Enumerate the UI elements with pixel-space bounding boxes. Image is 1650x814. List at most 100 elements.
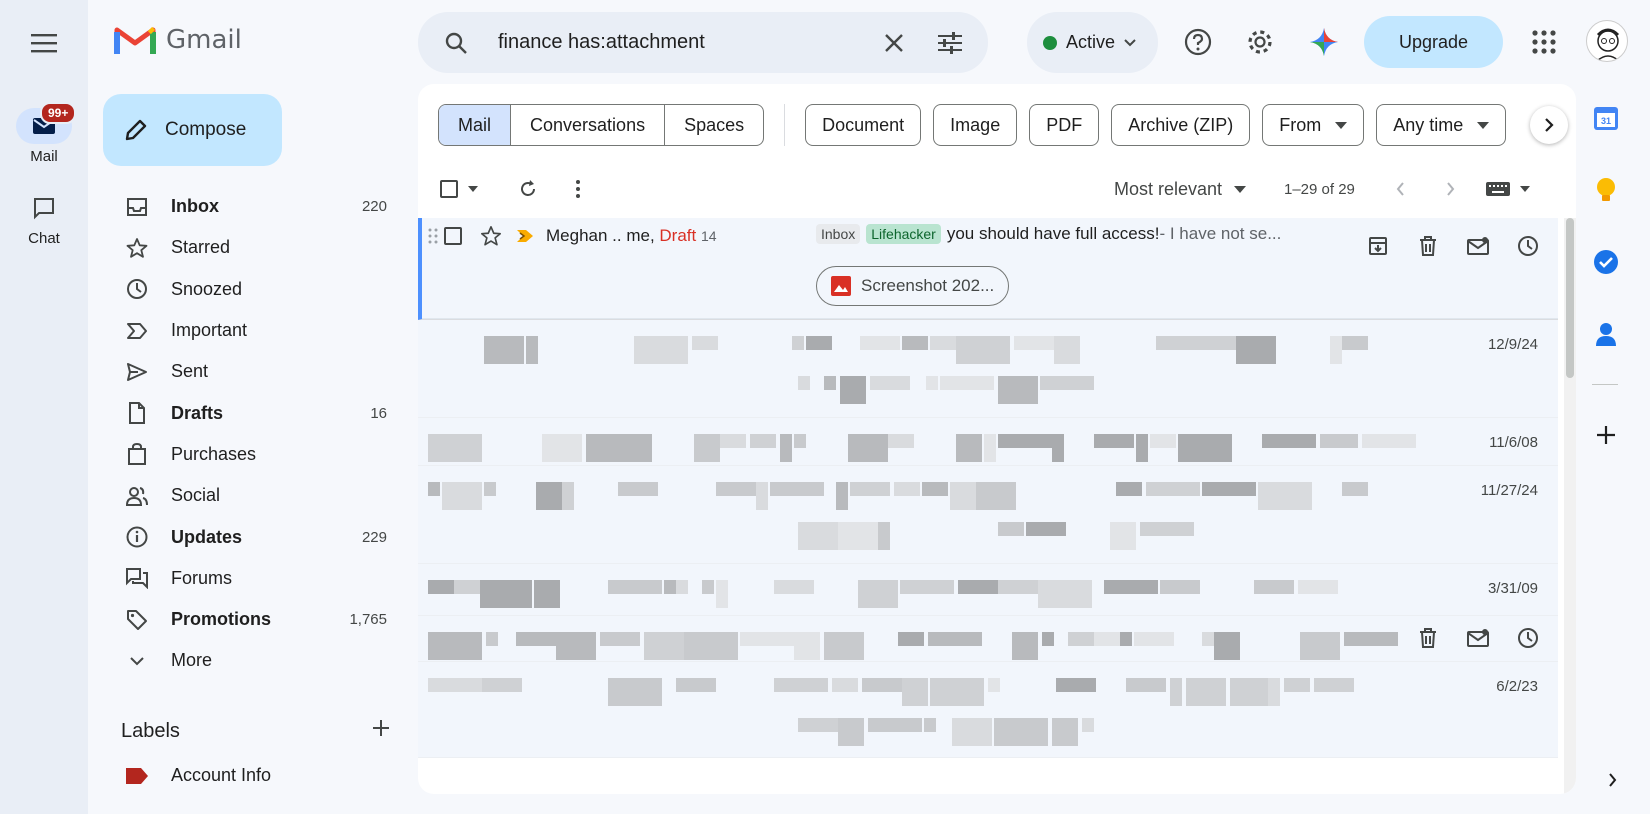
tab-conversations[interactable]: Conversations (511, 105, 666, 145)
gemini-sparkle-icon (1310, 28, 1338, 56)
mark-unread-button[interactable] (1458, 618, 1498, 658)
sidebar-item-inbox[interactable]: Inbox 220 (103, 186, 403, 227)
apps-button[interactable] (1524, 22, 1564, 62)
table-row[interactable] (418, 616, 1558, 662)
sidebar-item-sent[interactable]: Sent (103, 351, 403, 392)
row-checkbox[interactable] (444, 227, 462, 245)
tasks-check-icon (1594, 250, 1618, 274)
draft-label: Draft (659, 226, 697, 245)
tasks-button[interactable] (1584, 240, 1628, 284)
trash-icon (1420, 628, 1436, 648)
table-row[interactable]: 6/2/23 (418, 662, 1558, 758)
show-side-panel-button[interactable] (1592, 760, 1632, 800)
table-row[interactable]: 12/9/24 (418, 320, 1558, 418)
sidebar-item-purchases[interactable]: Purchases (103, 434, 403, 475)
chip-document[interactable]: Document (805, 104, 922, 146)
calendar-button[interactable]: 31 (1584, 96, 1628, 140)
search-options-button[interactable] (930, 23, 970, 63)
sidebar-item-snoozed[interactable]: Snoozed (103, 269, 403, 310)
chip-any-time[interactable]: Any time (1376, 104, 1507, 146)
more-actions-button[interactable] (558, 169, 598, 209)
tab-mail[interactable]: Mail (439, 105, 512, 145)
redacted-block (480, 580, 506, 608)
sidebar-item-forums[interactable]: Forums (103, 558, 403, 599)
next-page-button[interactable] (1430, 169, 1470, 209)
redacted-block (1104, 580, 1158, 594)
tag-lifehacker[interactable]: Lifehacker (866, 224, 941, 244)
archive-button[interactable] (1358, 226, 1398, 266)
sidebar-item-more[interactable]: More (103, 640, 403, 681)
search-button[interactable] (436, 23, 476, 63)
sender-names: Meghan .. me, (546, 226, 655, 245)
compose-button[interactable]: Compose (103, 94, 282, 166)
row-date: 12/9/24 (1487, 336, 1538, 353)
chip-archive-zip[interactable]: Archive (ZIP) (1111, 104, 1251, 146)
tab-spaces[interactable]: Spaces (665, 105, 763, 145)
sidebar-item-updates[interactable]: Updates 229 (103, 516, 403, 557)
list-scrollbar[interactable] (1564, 218, 1576, 794)
redacted-block (1346, 434, 1358, 448)
important-marker-icon[interactable] (516, 229, 534, 243)
table-row[interactable]: Meghan .. me, Draft 14 Inbox Lifehacker … (418, 218, 1558, 320)
gmail-logo[interactable]: Gmail (114, 24, 242, 56)
rail-chat[interactable]: Chat (0, 190, 88, 247)
clear-search-button[interactable] (874, 23, 914, 63)
sort-dropdown[interactable]: Most relevant (1114, 179, 1247, 200)
delete-button[interactable] (1408, 226, 1448, 266)
snooze-button[interactable] (1508, 226, 1548, 266)
dropdown-arrow-icon (1234, 185, 1247, 193)
add-label-button[interactable] (371, 718, 391, 744)
drag-handle-icon (428, 228, 438, 244)
search-input[interactable] (498, 31, 874, 54)
chip-pdf[interactable]: PDF (1029, 104, 1100, 146)
table-row[interactable]: 11/6/08 (418, 418, 1558, 466)
logo-text: Gmail (166, 25, 242, 55)
sidebar-item-label: More (171, 650, 213, 671)
gemini-button[interactable] (1304, 22, 1344, 62)
sidebar-item-promotions[interactable]: Promotions 1,765 (103, 599, 403, 640)
keep-button[interactable] (1584, 168, 1628, 212)
star-icon (125, 236, 149, 260)
settings-button[interactable] (1240, 22, 1280, 62)
avatar[interactable] (1586, 20, 1628, 62)
attachment-chip[interactable]: Screenshot 202... (816, 266, 1010, 306)
help-button[interactable] (1178, 22, 1218, 62)
gear-icon (1248, 30, 1272, 54)
labels-heading: Labels (121, 719, 180, 742)
sidebar-item-starred[interactable]: Starred (103, 227, 403, 268)
table-row[interactable]: 3/31/09 (418, 564, 1558, 616)
prev-page-button[interactable] (1380, 169, 1420, 209)
contacts-button[interactable] (1584, 312, 1628, 356)
people-icon (125, 484, 149, 508)
star-icon[interactable] (480, 225, 502, 247)
redacted-block (928, 632, 982, 646)
chip-from[interactable]: From (1262, 104, 1365, 146)
main-menu-button[interactable] (24, 26, 64, 60)
sidebar-item-social[interactable]: Social (103, 475, 403, 516)
get-addons-button[interactable] (1584, 413, 1628, 457)
scroll-thumb[interactable] (1566, 218, 1574, 378)
sidebar-item-label: Forums (171, 567, 233, 588)
mark-unread-button[interactable] (1458, 226, 1498, 266)
mark-unread-icon (1467, 629, 1489, 647)
select-all-checkbox[interactable] (440, 180, 478, 198)
sidebar-item-drafts[interactable]: Drafts 16 (103, 392, 403, 433)
redacted-block (952, 718, 992, 746)
chips-scroll-next-button[interactable] (1530, 106, 1568, 144)
rail-mail[interactable]: 99+ Mail (0, 102, 88, 165)
refresh-button[interactable] (508, 169, 548, 209)
status-selector[interactable]: Active (1027, 12, 1158, 73)
chevron-left-icon (1396, 182, 1404, 196)
sidebar-item-important[interactable]: Important (103, 310, 403, 351)
label-account-info[interactable]: Account Info (103, 765, 271, 786)
delete-button[interactable] (1408, 618, 1448, 658)
chevron-right-icon (1608, 773, 1616, 787)
chip-image[interactable]: Image (933, 104, 1018, 146)
tag-inbox[interactable]: Inbox (816, 224, 861, 244)
shopping-bag-icon (125, 442, 149, 466)
redacted-block (428, 678, 482, 692)
table-row[interactable]: 11/27/24 (418, 466, 1558, 564)
input-tools-button[interactable] (1486, 182, 1530, 196)
snooze-button[interactable] (1508, 618, 1548, 658)
upgrade-button[interactable]: Upgrade (1364, 16, 1503, 68)
